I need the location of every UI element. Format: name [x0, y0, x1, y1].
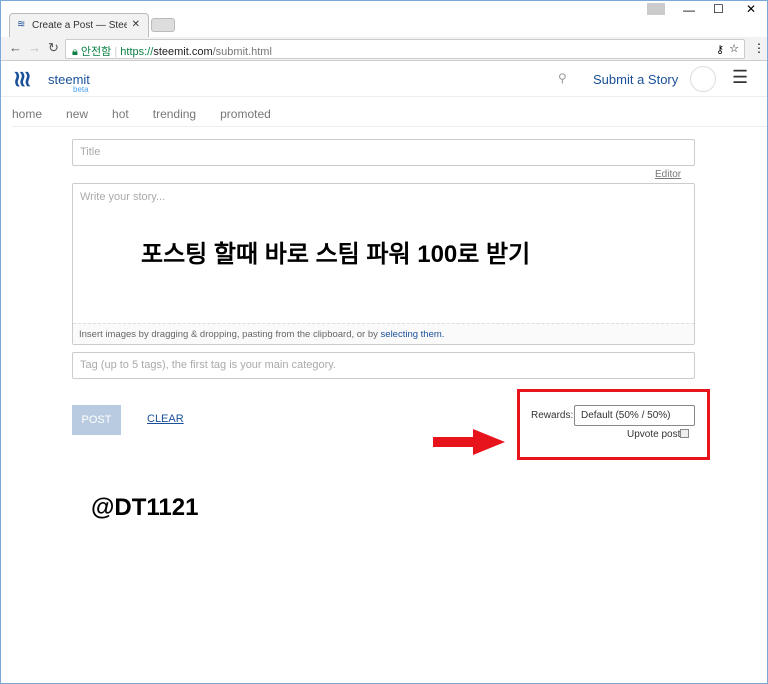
hamburger-menu-icon[interactable]: ☰ — [732, 67, 748, 88]
rewards-select[interactable]: Default (50% / 50%) — [574, 405, 695, 426]
close-window-icon[interactable]: ✕ — [746, 2, 756, 16]
submit-story-link[interactable]: Submit a Story — [593, 72, 678, 87]
tags-input[interactable]: Tag (up to 5 tags), the first tag is you… — [72, 352, 695, 379]
body-placeholder: Write your story... — [80, 191, 166, 203]
tab-title: Create a Post — Steemit — [32, 20, 127, 31]
upload-hint: Insert images by dragging & dropping, pa… — [73, 323, 694, 344]
search-icon[interactable]: ⚲ — [558, 71, 567, 85]
select-images-link[interactable]: selecting them. — [381, 329, 445, 340]
nav-promoted[interactable]: promoted — [220, 107, 271, 121]
nav-trending[interactable]: trending — [153, 107, 196, 121]
steemit-logo-icon[interactable]: ≀≀≀ — [13, 66, 32, 92]
new-tab-button[interactable] — [151, 18, 175, 32]
key-icon[interactable]: ⚷ — [716, 43, 724, 56]
title-input[interactable]: Title — [72, 139, 695, 166]
close-tab-icon[interactable]: ✕ — [132, 19, 140, 30]
clear-button[interactable]: CLEAR — [147, 413, 184, 425]
editor-toggle-link[interactable]: Editor — [655, 169, 681, 180]
lock-icon: 🔒︎ — [72, 46, 81, 58]
overlay-caption: 포스팅 할때 바로 스팀 파워 100로 받기 — [141, 241, 531, 268]
minimize-icon[interactable]: — — [683, 3, 695, 17]
address-bar[interactable]: 🔒︎ 안전함 | https://steemit.com/submit.html… — [65, 39, 745, 59]
nav-home[interactable]: home — [12, 107, 42, 121]
steemit-favicon-icon: ≋ — [17, 19, 26, 30]
logo-beta: beta — [73, 85, 89, 94]
browser-tab[interactable]: ≋ Create a Post — Steemit ✕ — [9, 13, 149, 37]
url-domain: steemit.com — [153, 46, 213, 58]
nav-new[interactable]: new — [66, 107, 88, 121]
url-scheme: https:// — [120, 46, 154, 58]
author-caption: @DT1121 — [91, 494, 199, 521]
red-arrow-icon — [433, 429, 505, 455]
reload-icon[interactable]: ↻ — [48, 40, 59, 56]
url-path: /submit.html — [212, 46, 272, 58]
user-icon[interactable] — [647, 3, 665, 15]
secure-label: 안전함 — [80, 46, 112, 58]
upload-hint-text: Insert images by dragging & dropping, pa… — [79, 329, 381, 340]
bookmark-star-icon[interactable]: ☆ — [729, 42, 739, 55]
maximize-icon[interactable]: ☐ — [713, 2, 724, 16]
rewards-label: Rewards: — [531, 410, 574, 421]
back-icon[interactable]: ← — [9, 40, 22, 55]
nav-hot[interactable]: hot — [112, 107, 129, 121]
upvote-checkbox[interactable] — [680, 429, 689, 438]
post-button[interactable]: POST — [72, 405, 121, 435]
nav-bar: home new hot trending promoted — [12, 105, 767, 127]
upvote-label: Upvote post — [627, 429, 681, 440]
menu-dots-icon[interactable]: ⋮ — [753, 41, 765, 55]
avatar[interactable] — [690, 66, 716, 92]
forward-icon[interactable]: → — [28, 40, 41, 55]
